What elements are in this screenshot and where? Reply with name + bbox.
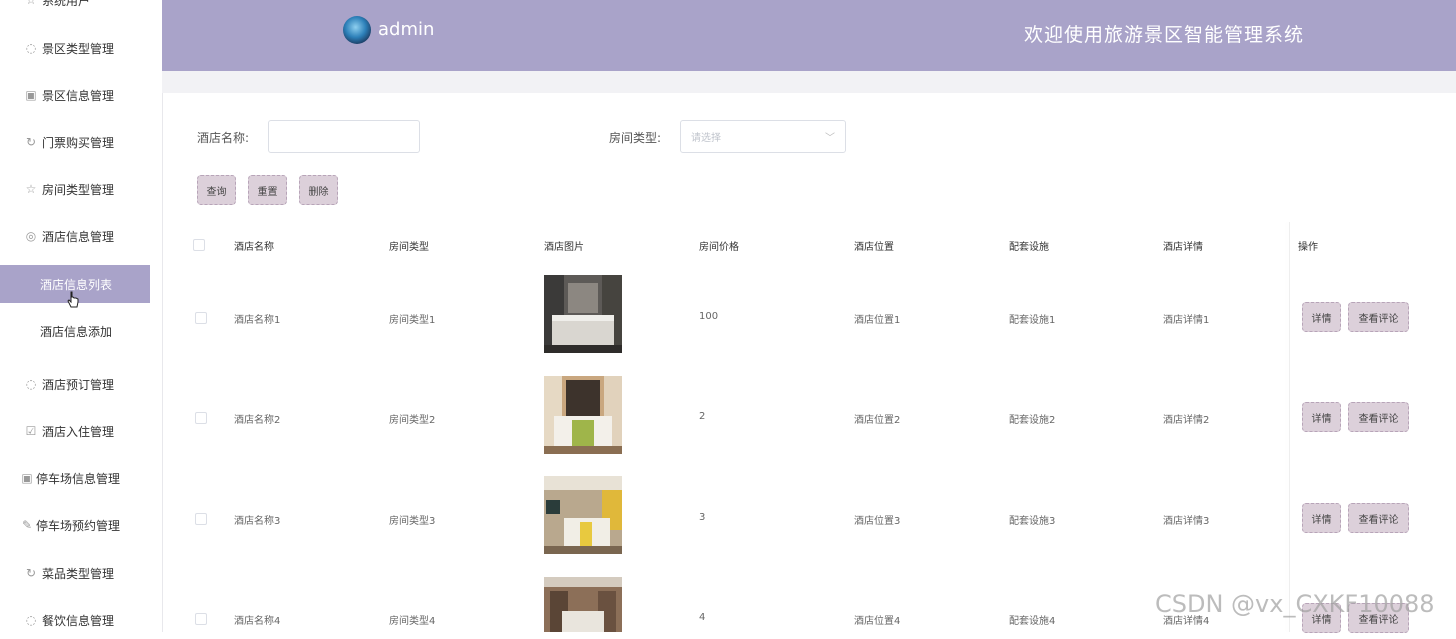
room-type-select[interactable]: 请选择 ﹀ bbox=[680, 120, 846, 153]
room-type-label: 房间类型: bbox=[609, 131, 662, 145]
sidebar-item-room-type[interactable]: ☆ 房间类型管理 bbox=[0, 170, 150, 208]
row-checkbox[interactable] bbox=[195, 312, 207, 324]
watermark: CSDN @vx_CXKF10088 bbox=[1155, 590, 1435, 618]
row-checkbox[interactable] bbox=[195, 513, 207, 525]
sidebar-item-parking-reservation[interactable]: ✎ 停车场预约管理 bbox=[0, 506, 150, 544]
cell-facilities: 配套设施4 bbox=[1009, 616, 1056, 627]
hotel-image bbox=[544, 376, 622, 454]
sidebar-item-scenic-info[interactable]: ▣ 景区信息管理 bbox=[0, 76, 150, 114]
cell-room-type: 房间类型2 bbox=[389, 415, 436, 426]
column-header-room-type: 房间类型 bbox=[389, 242, 429, 253]
select-all-checkbox[interactable] bbox=[193, 239, 205, 251]
delete-button[interactable]: 删除 bbox=[299, 175, 338, 205]
cell-hotel-location: 酒店位置3 bbox=[854, 516, 901, 527]
cell-hotel-location: 酒店位置1 bbox=[854, 315, 901, 326]
cell-hotel-name: 酒店名称3 bbox=[234, 516, 281, 527]
sidebar-item-dining-info[interactable]: ◌ 餐饮信息管理 bbox=[0, 601, 150, 639]
view-comments-button[interactable]: 查看评论 bbox=[1348, 503, 1409, 533]
chevron-down-icon: ﹀ bbox=[825, 133, 835, 144]
query-button[interactable]: 查询 bbox=[197, 175, 236, 205]
cell-hotel-name: 酒店名称1 bbox=[234, 315, 281, 326]
compass-icon: ◎ bbox=[25, 229, 37, 243]
fire-icon: ◌ bbox=[25, 377, 37, 391]
cell-room-type: 房间类型3 bbox=[389, 516, 436, 527]
cell-hotel-detail: 酒店详情3 bbox=[1163, 516, 1210, 527]
cell-facilities: 配套设施2 bbox=[1009, 415, 1056, 426]
content-divider bbox=[162, 71, 1456, 93]
column-header-actions: 操作 bbox=[1298, 242, 1318, 253]
fixed-column-divider bbox=[1289, 222, 1290, 632]
room-type-placeholder: 请选择 bbox=[691, 133, 721, 144]
column-header-facilities: 配套设施 bbox=[1009, 242, 1049, 253]
column-header-room-price: 房间价格 bbox=[699, 242, 739, 253]
hotel-image bbox=[544, 476, 622, 554]
column-header-hotel-detail: 酒店详情 bbox=[1163, 242, 1203, 253]
refresh-icon: ↻ bbox=[25, 135, 37, 149]
hotel-name-label: 酒店名称: bbox=[197, 131, 250, 145]
hotel-image bbox=[544, 577, 622, 632]
cell-facilities: 配套设施1 bbox=[1009, 315, 1056, 326]
calendar-icon: ▣ bbox=[25, 88, 37, 102]
column-header-hotel-image: 酒店图片 bbox=[544, 242, 584, 253]
top-header: admin 欢迎使用旅游景区智能管理系统 bbox=[162, 0, 1456, 71]
cell-hotel-detail: 酒店详情2 bbox=[1163, 415, 1210, 426]
column-header-hotel-location: 酒店位置 bbox=[854, 242, 894, 253]
detail-button[interactable]: 详情 bbox=[1302, 503, 1341, 533]
avatar[interactable] bbox=[343, 16, 371, 44]
sidebar-item-hotel-info[interactable]: ◎ 酒店信息管理 bbox=[0, 217, 150, 255]
sidebar-item-hotel-add[interactable]: 酒店信息添加 bbox=[0, 312, 150, 350]
sidebar-item-scenic-type[interactable]: ◌ 景区类型管理 bbox=[0, 29, 150, 67]
sidebar-item-hotel-checkin[interactable]: ☑ 酒店入住管理 bbox=[0, 412, 150, 450]
cell-hotel-detail: 酒店详情1 bbox=[1163, 315, 1210, 326]
detail-button[interactable]: 详情 bbox=[1302, 402, 1341, 432]
fire-icon: ◌ bbox=[25, 41, 37, 55]
cell-room-price: 100 bbox=[699, 311, 719, 322]
cell-room-price: 4 bbox=[699, 612, 706, 623]
row-checkbox[interactable] bbox=[195, 412, 207, 424]
cell-room-price: 3 bbox=[699, 512, 706, 523]
hotel-name-input[interactable] bbox=[268, 120, 420, 153]
reset-button[interactable]: 重置 bbox=[248, 175, 287, 205]
sidebar-item-ticket[interactable]: ↻ 门票购买管理 bbox=[0, 123, 150, 161]
view-comments-button[interactable]: 查看评论 bbox=[1348, 402, 1409, 432]
mouse-cursor-icon bbox=[67, 291, 79, 308]
detail-button[interactable]: 详情 bbox=[1302, 302, 1341, 332]
sidebar-item-dish-type[interactable]: ↻ 菜品类型管理 bbox=[0, 554, 150, 592]
cell-hotel-location: 酒店位置4 bbox=[854, 616, 901, 627]
sidebar-item-hotel-booking[interactable]: ◌ 酒店预订管理 bbox=[0, 365, 150, 403]
refresh-icon: ↻ bbox=[25, 566, 37, 580]
cell-room-price: 2 bbox=[699, 411, 706, 422]
row-checkbox[interactable] bbox=[195, 613, 207, 625]
sidebar-item-system-users[interactable]: ☆ 系统用户 bbox=[0, 0, 150, 19]
cell-room-type: 房间类型4 bbox=[389, 616, 436, 627]
calendar-icon: ▣ bbox=[21, 471, 33, 485]
fire-icon: ◌ bbox=[25, 613, 37, 627]
star-icon: ☆ bbox=[25, 0, 37, 7]
cell-hotel-location: 酒店位置2 bbox=[854, 415, 901, 426]
cell-room-type: 房间类型1 bbox=[389, 315, 436, 326]
cell-hotel-name: 酒店名称2 bbox=[234, 415, 281, 426]
cell-hotel-name: 酒店名称4 bbox=[234, 616, 281, 627]
edit-icon: ✎ bbox=[21, 518, 33, 532]
cell-facilities: 配套设施3 bbox=[1009, 516, 1056, 527]
view-comments-button[interactable]: 查看评论 bbox=[1348, 302, 1409, 332]
column-header-hotel-name: 酒店名称 bbox=[234, 242, 274, 253]
star-icon: ☆ bbox=[25, 182, 37, 196]
sidebar-item-parking-info[interactable]: ▣ 停车场信息管理 bbox=[0, 459, 150, 497]
hotel-image bbox=[544, 275, 622, 353]
username: admin bbox=[378, 19, 435, 40]
system-title: 欢迎使用旅游景区智能管理系统 bbox=[1024, 24, 1305, 46]
sidebar: ☆ 系统用户 ◌ 景区类型管理 ▣ 景区信息管理 ↻ 门票购买管理 ☆ 房间类型管理 ◎ 酒… bbox=[0, 0, 163, 632]
checkbox-icon: ☑ bbox=[25, 424, 37, 438]
